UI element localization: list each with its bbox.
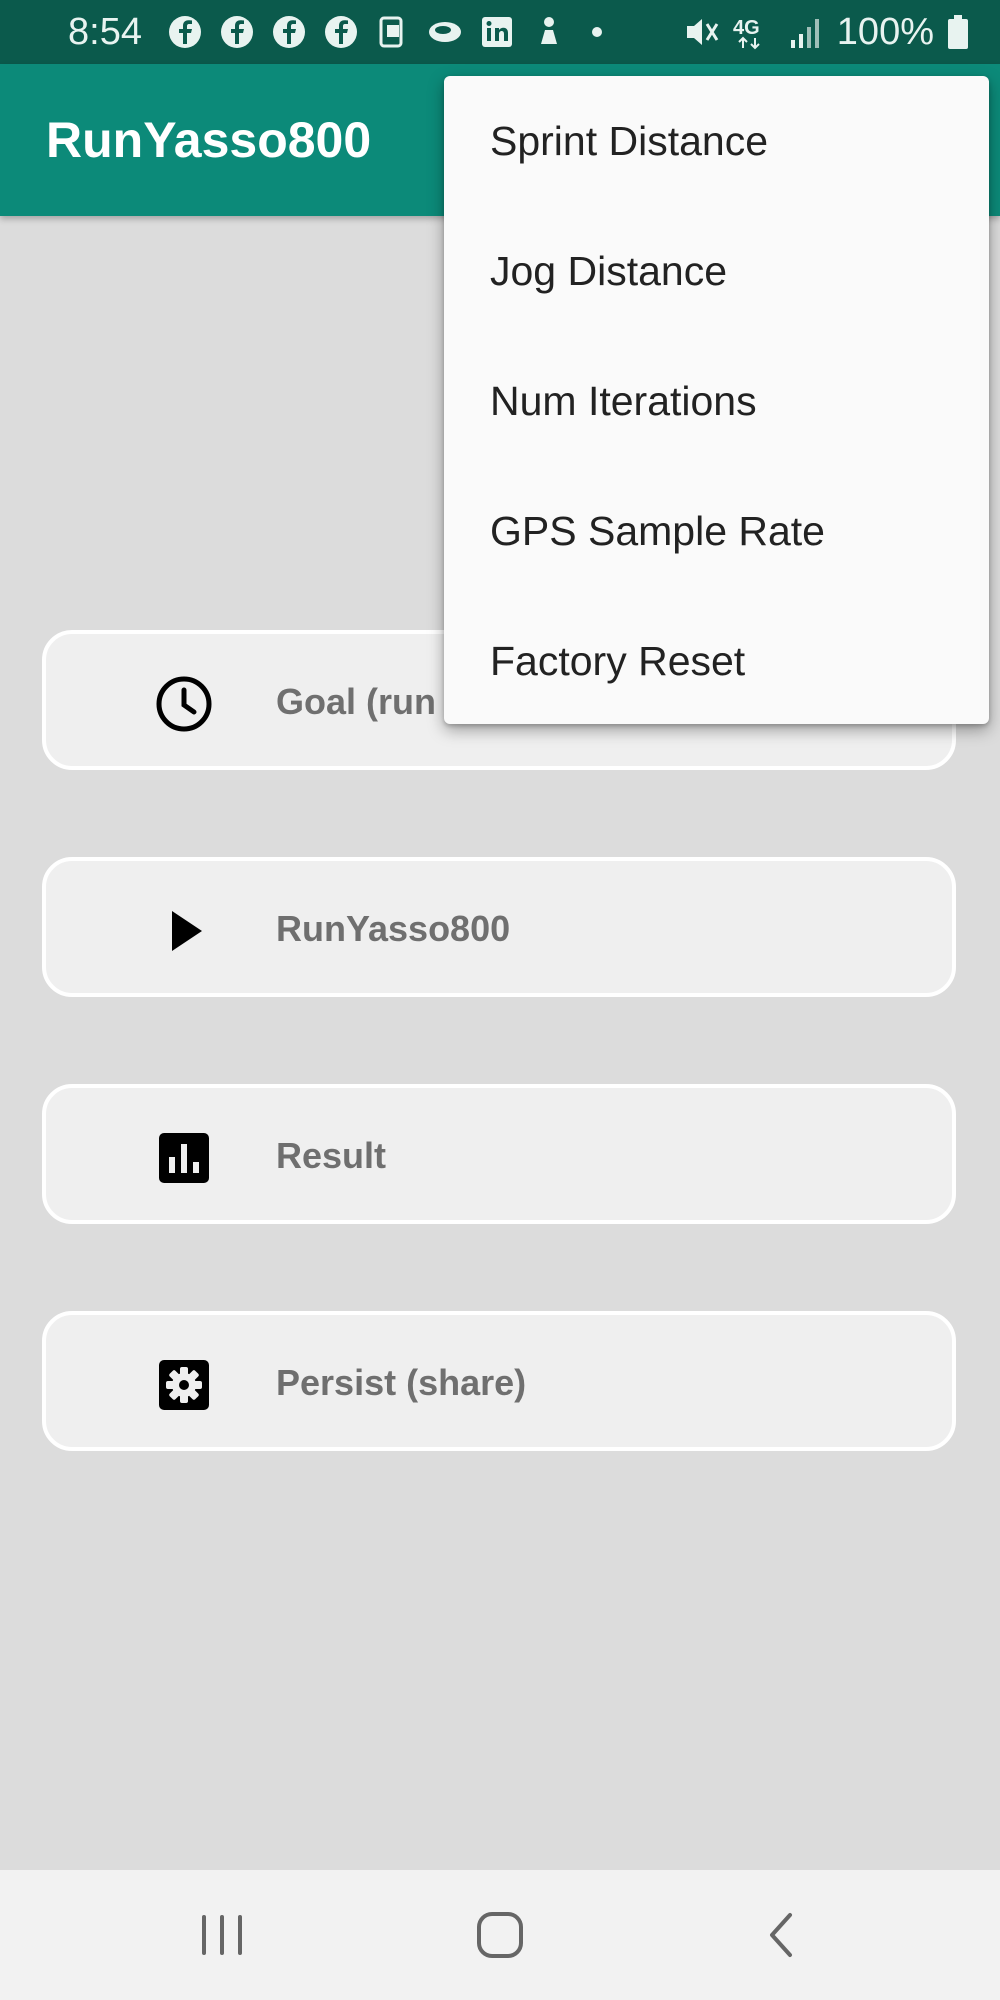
person-app-icon <box>541 17 557 44</box>
facebook-icon <box>273 16 305 48</box>
bar-chart-icon <box>159 1133 209 1183</box>
menu-item-sprint-distance[interactable]: Sprint Distance <box>444 76 989 206</box>
overflow-menu: Sprint Distance Jog Distance Num Iterati… <box>444 76 989 724</box>
facebook-icon <box>169 16 201 48</box>
battery-percent: 100% <box>836 11 934 53</box>
network-label: 4G <box>733 17 760 39</box>
signal-icon <box>790 19 819 48</box>
battery-icon <box>948 15 968 49</box>
menu-item-label: Num Iterations <box>490 378 757 424</box>
more-notifications-dot <box>592 27 602 37</box>
facebook-icon <box>325 16 357 48</box>
menu-item-factory-reset[interactable]: Factory Reset <box>444 596 989 726</box>
notification-icons <box>166 14 602 50</box>
home-icon[interactable] <box>470 1905 530 1965</box>
menu-item-label: GPS Sample Rate <box>490 508 825 554</box>
run-card[interactable]: RunYasso800 <box>42 857 956 997</box>
run-label: RunYasso800 <box>276 908 511 949</box>
mute-icon <box>686 19 719 45</box>
menu-item-label: Sprint Distance <box>490 118 769 164</box>
network-type-icon: 4G <box>733 17 760 50</box>
persist-label: Persist (share) <box>276 1362 527 1403</box>
goal-label: Goal (run <box>276 681 436 722</box>
parking-app-icon <box>379 16 403 48</box>
recent-apps-icon[interactable] <box>192 1905 252 1965</box>
menu-item-label: Jog Distance <box>490 248 728 294</box>
result-label: Result <box>276 1135 387 1176</box>
settings-icon <box>159 1360 209 1410</box>
result-card[interactable]: Result <box>42 1084 956 1224</box>
linkedin-icon <box>482 17 512 47</box>
back-icon[interactable] <box>752 1905 812 1965</box>
menu-item-gps-sample-rate[interactable]: GPS Sample Rate <box>444 466 989 596</box>
persist-card[interactable]: Persist (share) <box>42 1311 956 1451</box>
clock-icon <box>156 676 212 732</box>
cloud-app-icon <box>429 22 461 42</box>
menu-item-num-iterations[interactable]: Num Iterations <box>444 336 989 466</box>
status-time: 8:54 <box>68 11 142 53</box>
play-icon <box>172 911 202 951</box>
menu-item-label: Factory Reset <box>490 638 746 684</box>
facebook-icon <box>221 16 253 48</box>
app-title: RunYasso800 <box>46 112 372 168</box>
system-status-icons: 4G 100% <box>683 10 970 54</box>
navigation-bar <box>0 1870 1000 2000</box>
status-bar: 8:54 4G 100% <box>0 0 1000 64</box>
menu-item-jog-distance[interactable]: Jog Distance <box>444 206 989 336</box>
